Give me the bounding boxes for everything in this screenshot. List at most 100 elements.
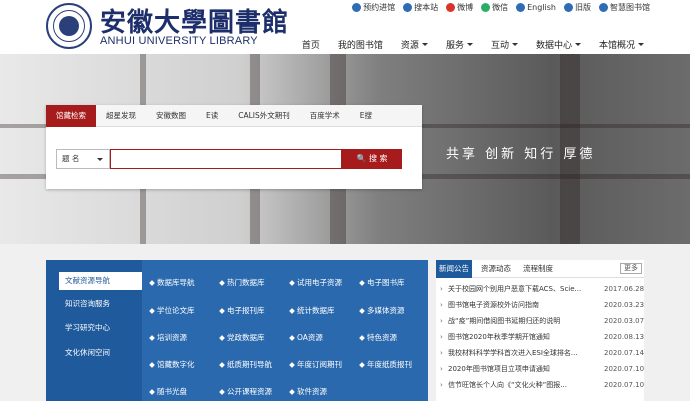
resource-grid: 数据库导航 热门数据库 试用电子资源 电子图书库 学位论文库 电子报刊库 统计数… [142, 260, 428, 401]
chevron-down-icon [421, 43, 428, 46]
nav-my-library[interactable]: 我的图书馆 [338, 38, 383, 51]
resource-link[interactable]: 数据库导航 [149, 277, 195, 288]
resource-link[interactable]: 试用电子资源 [289, 277, 342, 288]
news-item[interactable]: › 战“疫”期间借阅图书延期归还的说明 2020.03.07 [440, 314, 644, 329]
resource-link[interactable]: 公开课程资源 [219, 386, 272, 397]
search-button[interactable]: 🔍 搜 索 [342, 149, 402, 169]
service-item-consult[interactable]: 知识咨询服务 [59, 295, 142, 313]
site-header: 安徽大學圖書館 ANHUI UNIVERSITY LIBRARY 预约进馆 搜本… [0, 0, 690, 54]
service-item-study[interactable]: 学习研究中心 [59, 319, 142, 337]
chevron-right-icon: › [440, 317, 443, 325]
search-input[interactable] [110, 149, 342, 169]
chevron-right-icon: › [440, 365, 443, 373]
quicklink-weibo[interactable]: 微博 [446, 2, 473, 13]
search-panel: 馆藏检索 超星发现 安徽数图 E读 CALIS外文期刊 百度学术 E搜 题 名 … [46, 105, 422, 189]
diamond-bullet-icon [289, 388, 295, 395]
tab-eread[interactable]: E读 [196, 105, 228, 127]
resource-link[interactable]: 年度订阅期刊 [289, 359, 342, 370]
nav-about[interactable]: 本馆概况 [599, 38, 644, 51]
tab-anhui-digital[interactable]: 安徽数图 [146, 105, 196, 127]
weibo-icon [446, 3, 456, 12]
service-item-culture[interactable]: 文化休闲空间 [59, 344, 142, 362]
search-icon: 🔍 [356, 154, 367, 163]
resource-link[interactable]: 馆藏数字化 [149, 359, 195, 370]
chevron-right-icon: › [440, 301, 443, 309]
search-icon [403, 3, 413, 12]
nav-services[interactable]: 服务 [446, 38, 473, 51]
tab-calis[interactable]: CALIS外文期刊 [228, 105, 300, 127]
news-item[interactable]: › 关于校园网个别用户恶意下载ACS、Scie... 2017.06.28 [440, 282, 644, 297]
quick-links: 预约进馆 搜本站 微博 微信 English 旧版 智慧图书馆 [352, 2, 650, 13]
tab-procedures[interactable]: 流程制度 [520, 260, 556, 278]
resource-link[interactable]: 随书光盘 [149, 386, 187, 397]
diamond-bullet-icon [219, 388, 225, 395]
nav-data-center[interactable]: 数据中心 [536, 38, 581, 51]
news-item[interactable]: › 图书馆电子资源校外访问指南 2020.03.23 [440, 298, 644, 313]
diamond-bullet-icon [359, 279, 365, 286]
resource-link[interactable]: 学位论文库 [149, 305, 195, 316]
diamond-bullet-icon [359, 361, 365, 368]
search-tabs: 馆藏检索 超星发现 安徽数图 E读 CALIS外文期刊 百度学术 E搜 [46, 105, 422, 127]
quicklink-reserve[interactable]: 预约进馆 [352, 2, 395, 13]
tab-chaoxing[interactable]: 超星发现 [96, 105, 146, 127]
diamond-bullet-icon [289, 279, 295, 286]
quicklink-search[interactable]: 搜本站 [403, 2, 438, 13]
diamond-bullet-icon [219, 334, 225, 341]
tab-baidu-scholar[interactable]: 百度学术 [300, 105, 350, 127]
diamond-bullet-icon [219, 361, 225, 368]
resource-link[interactable]: 软件资源 [289, 386, 327, 397]
search-field-select[interactable]: 题 名 [56, 149, 110, 169]
resource-link[interactable]: 纸质期刊导航 [219, 359, 272, 370]
nav-interaction[interactable]: 互动 [491, 38, 518, 51]
diamond-bullet-icon [289, 307, 295, 314]
university-seal-logo[interactable] [46, 3, 92, 49]
resource-link[interactable]: OA资源 [289, 332, 323, 343]
diamond-bullet-icon [149, 279, 155, 286]
news-item[interactable]: › 图书馆2020年秋季学期开馆通知 2020.08.13 [440, 330, 644, 345]
quicklink-old-version[interactable]: 旧版 [564, 2, 591, 13]
tab-esearch[interactable]: E搜 [350, 105, 382, 127]
diamond-bullet-icon [359, 334, 365, 341]
nav-resources[interactable]: 资源 [401, 38, 428, 51]
tab-catalog[interactable]: 馆藏检索 [46, 105, 96, 127]
old-version-icon [564, 3, 573, 12]
service-item-doc-nav[interactable]: 文献资源导航 [59, 272, 142, 290]
quicklink-wechat[interactable]: 微信 [481, 2, 508, 13]
resource-link[interactable]: 电子图书库 [359, 277, 405, 288]
seal-core [59, 16, 79, 36]
resource-link[interactable]: 特色资源 [359, 332, 397, 343]
smart-library-icon [599, 3, 608, 12]
diamond-bullet-icon [149, 388, 155, 395]
resource-link[interactable]: 统计数据库 [289, 305, 335, 316]
more-button[interactable]: 更多 [620, 263, 642, 274]
resource-link[interactable]: 电子报刊库 [219, 305, 265, 316]
resource-link[interactable]: 热门数据库 [219, 277, 265, 288]
news-item[interactable]: › 信节旺馆长个人向《“文化火种”图报... 2020.07.10 [440, 378, 644, 393]
nav-home[interactable]: 首页 [302, 38, 320, 51]
diamond-bullet-icon [289, 361, 295, 368]
news-item[interactable]: › 2020年图书馆项目立项申请通知 2020.07.10 [440, 362, 644, 377]
site-title-en[interactable]: ANHUI UNIVERSITY LIBRARY [100, 35, 258, 47]
english-icon [516, 3, 526, 12]
resource-link[interactable]: 培训资源 [149, 332, 187, 343]
wechat-icon [481, 3, 491, 12]
resource-link[interactable]: 多媒体资源 [359, 305, 405, 316]
news-item[interactable]: › 我校材料科学学科首次进入ESI全球排名... 2020.07.14 [440, 346, 644, 361]
chevron-down-icon [574, 43, 581, 46]
quicklink-smart-library[interactable]: 智慧图书馆 [599, 2, 650, 13]
chevron-down-icon [511, 43, 518, 46]
tab-news[interactable]: 新闻公告 [436, 260, 472, 278]
diamond-bullet-icon [219, 279, 225, 286]
chevron-right-icon: › [440, 381, 443, 389]
tab-resource-updates[interactable]: 资源动态 [478, 260, 514, 278]
resource-link[interactable]: 年度纸质报刊 [359, 359, 412, 370]
service-menu: 文献资源导航 知识咨询服务 学习研究中心 文化休闲空间 [46, 260, 142, 401]
site-title-cn[interactable]: 安徽大學圖書館 [100, 2, 289, 39]
quicklink-english[interactable]: English [516, 2, 556, 13]
clock-icon [352, 3, 362, 12]
chevron-right-icon: › [440, 349, 443, 357]
chevron-right-icon: › [440, 285, 443, 293]
resource-link[interactable]: 党政数据库 [219, 332, 265, 343]
chevron-right-icon: › [440, 333, 443, 341]
diamond-bullet-icon [149, 361, 155, 368]
